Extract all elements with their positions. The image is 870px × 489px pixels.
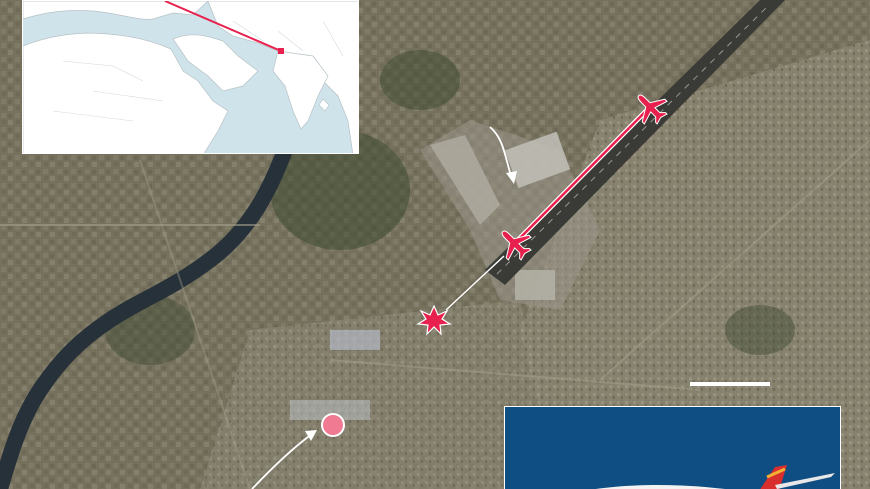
building-block (330, 330, 380, 350)
vegetation-patch (380, 50, 460, 110)
locator-inset-map (22, 0, 359, 154)
aircraft-photo (505, 407, 840, 489)
origin-square-marker-icon (278, 48, 284, 54)
location-circle-marker-icon[interactable] (321, 413, 345, 437)
inset-map-svg (23, 1, 358, 153)
map-stage (0, 0, 870, 489)
scale-bar (690, 382, 770, 386)
aircraft-photo-inset (504, 406, 841, 489)
airport-hangar (515, 270, 555, 300)
vegetation-patch (725, 305, 795, 355)
